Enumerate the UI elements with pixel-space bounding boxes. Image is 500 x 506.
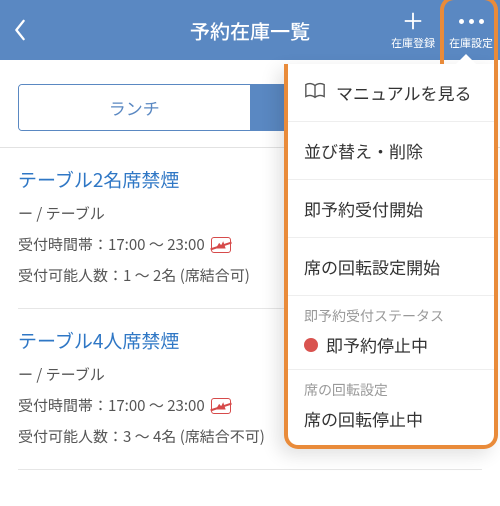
register-stock-label: 在庫登録 xyxy=(391,35,435,51)
no-image-icon xyxy=(211,398,231,414)
menu-reorder-label: 並び替え・削除 xyxy=(304,138,423,163)
menu-reorder[interactable]: 並び替え・削除 xyxy=(288,122,494,180)
status-divider xyxy=(288,369,494,370)
more-icon xyxy=(459,19,484,24)
item-capacity: 受付可能人数：1 ～ 2名 (席結合可) xyxy=(18,265,250,286)
book-icon xyxy=(304,80,326,105)
item-time: 受付時間帯：17:00 ～ 23:00 xyxy=(18,234,205,255)
status-dot-red-icon xyxy=(304,338,318,352)
instant-status-value: 即予約停止中 xyxy=(326,332,428,357)
rotation-status-label: 席の回転設定 xyxy=(304,380,478,400)
instant-status-block: 即予約受付ステータス 即予約停止中 xyxy=(288,296,494,363)
settings-popover: マニュアルを見る 並び替え・削除 即予約受付開始 席の回転設定開始 即予約受付ス… xyxy=(284,64,498,449)
menu-start-instant-label: 即予約受付開始 xyxy=(304,196,423,221)
stock-settings-label: 在庫設定 xyxy=(449,35,493,51)
menu-manual[interactable]: マニュアルを見る xyxy=(288,64,494,122)
item-time: 受付時間帯：17:00 ～ 23:00 xyxy=(18,395,205,416)
tab-lunch[interactable]: ランチ xyxy=(19,85,250,130)
menu-start-rotation[interactable]: 席の回転設定開始 xyxy=(288,238,494,296)
rotation-status-value: 席の回転停止中 xyxy=(304,406,423,431)
menu-start-instant[interactable]: 即予約受付開始 xyxy=(288,180,494,238)
stock-settings-button[interactable]: 在庫設定 xyxy=(442,0,500,60)
menu-manual-label: マニュアルを見る xyxy=(336,80,472,105)
no-image-icon xyxy=(211,237,231,253)
menu-start-rotation-label: 席の回転設定開始 xyxy=(304,254,440,279)
rotation-status-block: 席の回転設定 席の回転停止中 xyxy=(288,380,494,437)
plus-icon xyxy=(402,10,424,32)
item-capacity: 受付可能人数：3 ～ 4名 (席結合不可) xyxy=(18,426,265,447)
instant-status-label: 即予約受付ステータス xyxy=(304,306,478,326)
register-stock-button[interactable]: 在庫登録 xyxy=(384,0,442,60)
